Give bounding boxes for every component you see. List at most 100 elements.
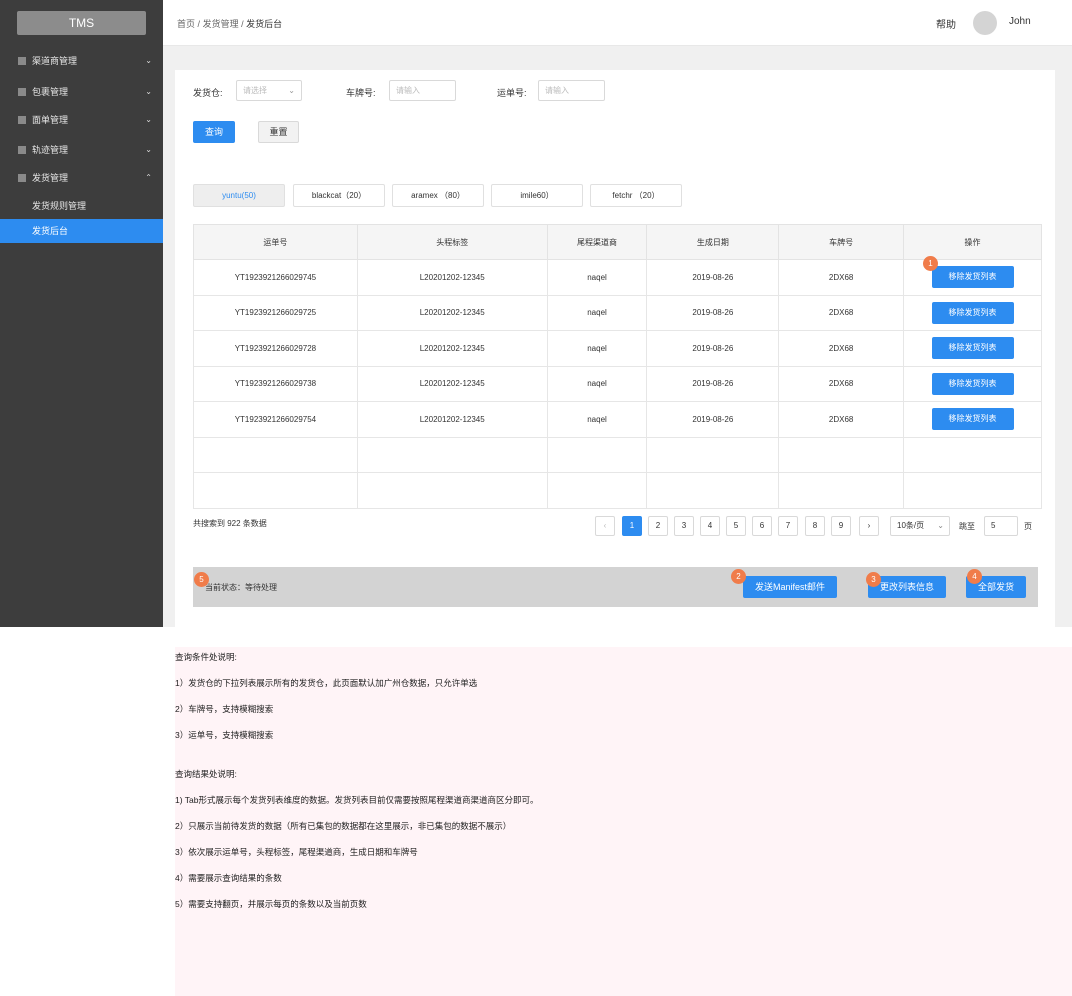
- warehouse-select[interactable]: 请选择 ⌄: [236, 80, 302, 101]
- warehouse-placeholder: 请选择: [243, 86, 267, 95]
- sidebar: TMS 渠道商管理 ⌄ 包裹管理 ⌄ 面单管理 ⌄ 轨迹管理 ⌄ 发货管理 ⌃ …: [0, 0, 163, 627]
- chevron-down-icon: ⌄: [288, 86, 295, 95]
- query-notes-title: 查询条件处说明:: [175, 652, 237, 662]
- breadcrumb-shipping[interactable]: 发货管理: [203, 19, 239, 29]
- reset-button[interactable]: 重置: [258, 121, 299, 143]
- remove-from-list-button[interactable]: 移除发货列表: [931, 408, 1014, 431]
- tab-fetchr[interactable]: fetchr （20）: [590, 184, 682, 207]
- action-cell: 移除发货列表: [903, 294, 1042, 331]
- column-header: 车牌号: [778, 224, 905, 260]
- sidebar-subitem-shipping-rules[interactable]: 发货规则管理: [0, 194, 163, 218]
- breadcrumb: 首页 / 发货管理 / 发货后台: [177, 17, 282, 30]
- annotation-badge-4: 4: [967, 569, 982, 584]
- sidebar-item-tracking[interactable]: 轨迹管理 ⌄: [0, 137, 163, 163]
- menu-square-icon: [18, 88, 26, 96]
- first-leg-label-cell: L20201202-12345: [356, 294, 548, 331]
- waybill-cell: YT1923921266029728: [193, 330, 358, 367]
- page-button-5[interactable]: 5: [726, 516, 746, 536]
- table-row: YT1923921266029728 L20201202-12345 naqel…: [193, 330, 1042, 367]
- table-row-empty: [193, 472, 1042, 509]
- help-link[interactable]: 帮助: [936, 16, 956, 31]
- status-text: 当前状态：等待处理: [205, 583, 277, 592]
- chevron-up-icon: ⌃: [145, 173, 152, 182]
- logo: TMS: [17, 11, 146, 35]
- last-mile-carrier-cell: naqel: [546, 294, 648, 331]
- remove-from-list-button[interactable]: 移除发货列表: [931, 266, 1014, 289]
- sidebar-item-label: 面单管理: [32, 115, 69, 125]
- result-note-item: 3）依次展示运单号，头程标签，尾程渠道商，生成日期和车牌号: [175, 847, 418, 857]
- result-note-item: 4）需要展示查询结果的条数: [175, 873, 282, 883]
- plate-input[interactable]: 请输入: [389, 80, 456, 101]
- page-button-9[interactable]: 9: [831, 516, 851, 536]
- sidebar-item-label-sheet[interactable]: 面单管理 ⌄: [0, 107, 163, 133]
- chevron-down-icon: ⌄: [145, 87, 152, 96]
- table-row-empty: [193, 436, 1042, 473]
- breadcrumb-separator: /: [197, 19, 201, 29]
- annotation-badge-5: 5: [194, 572, 209, 587]
- annotation-badge-2: 2: [731, 569, 746, 584]
- page-button-6[interactable]: 6: [752, 516, 772, 536]
- chevron-down-icon: ⌄: [145, 145, 152, 154]
- page-size-select[interactable]: 10条/页 ⌄: [890, 516, 950, 536]
- remove-from-list-button[interactable]: 移除发货列表: [931, 337, 1014, 360]
- shipment-table: 运单号 头程标签 尾程渠道商 生成日期 车牌号 操作 YT19239212660…: [193, 224, 1042, 509]
- remove-from-list-button[interactable]: 移除发货列表: [931, 372, 1014, 395]
- tab-yuntu[interactable]: yuntu(50): [193, 184, 285, 207]
- sidebar-subitem-shipping-backend[interactable]: 发货后台: [0, 219, 163, 243]
- page-button-3[interactable]: 3: [674, 516, 694, 536]
- chevron-down-icon: ⌄: [145, 115, 152, 124]
- column-header: 操作: [903, 224, 1042, 260]
- remove-from-list-button[interactable]: 移除发货列表: [931, 301, 1014, 324]
- date-cell: 2019-08-26: [646, 401, 780, 438]
- breadcrumb-separator: /: [241, 19, 244, 29]
- main-area: 发货仓: 请选择 ⌄ 车牌号: 请输入 运单号: 请输入 查询 重置 yuntu…: [163, 46, 1072, 627]
- date-cell: 2019-08-26: [646, 294, 780, 331]
- tab-imile[interactable]: imile60）: [491, 184, 583, 207]
- sidebar-item-package[interactable]: 包裹管理 ⌄: [0, 79, 163, 105]
- breadcrumb-home[interactable]: 首页: [177, 19, 195, 29]
- column-header: 尾程渠道商: [546, 224, 648, 260]
- sidebar-item-label: 发货管理: [32, 173, 69, 183]
- next-page-button[interactable]: ›: [859, 516, 879, 536]
- avatar[interactable]: [973, 11, 997, 35]
- waybill-label: 运单号:: [497, 88, 527, 98]
- query-note-item: 1）发货仓的下拉列表展示所有的发货仓，此页面默认加广州仓数据，只允许单选: [175, 678, 478, 688]
- jump-label: 跳至: [959, 522, 975, 531]
- page-button-2[interactable]: 2: [648, 516, 668, 536]
- page-button-4[interactable]: 4: [700, 516, 720, 536]
- date-cell: 2019-08-26: [646, 330, 780, 367]
- user-name[interactable]: John: [1009, 16, 1031, 27]
- sidebar-item-shipping[interactable]: 发货管理 ⌃: [0, 165, 163, 191]
- waybill-cell: YT1923921266029725: [193, 294, 358, 331]
- page-size-value: 10条/页: [897, 521, 925, 530]
- column-header: 头程标签: [356, 224, 548, 260]
- table-row: YT1923921266029745 L20201202-12345 naqel…: [193, 259, 1042, 296]
- sidebar-item-label: 包裹管理: [32, 87, 69, 97]
- sidebar-item-channel[interactable]: 渠道商管理 ⌄: [0, 48, 163, 74]
- column-header: 生成日期: [646, 224, 780, 260]
- plate-cell: 2DX68: [778, 401, 905, 438]
- column-header: 运单号: [193, 224, 358, 260]
- result-notes-title: 查询结果处说明:: [175, 769, 237, 779]
- page-button-8[interactable]: 8: [805, 516, 825, 536]
- last-mile-carrier-cell: naqel: [546, 259, 648, 296]
- content-card: 发货仓: 请选择 ⌄ 车牌号: 请输入 运单号: 请输入 查询 重置 yuntu…: [175, 70, 1055, 627]
- first-leg-label-cell: L20201202-12345: [356, 330, 548, 367]
- menu-square-icon: [18, 116, 26, 124]
- annotation-badge-1: 1: [923, 256, 938, 271]
- page-button-1[interactable]: 1: [622, 516, 642, 536]
- waybill-input[interactable]: 请输入: [538, 80, 605, 101]
- tab-aramex[interactable]: aramex （80）: [392, 184, 484, 207]
- send-manifest-button[interactable]: 发送Manifest邮件: [743, 576, 837, 598]
- plate-cell: 2DX68: [778, 330, 905, 367]
- tab-blackcat[interactable]: blackcat（20）: [293, 184, 385, 207]
- jump-page-input[interactable]: 5: [984, 516, 1018, 536]
- chevron-down-icon: ⌄: [145, 56, 152, 65]
- result-note-item: 5）需要支持翻页，并展示每页的条数以及当前页数: [175, 899, 367, 909]
- prev-page-button[interactable]: ‹: [595, 516, 615, 536]
- page-button-7[interactable]: 7: [778, 516, 798, 536]
- result-note-item: 2）只展示当前待发货的数据（所有已集包的数据都在这里展示，非已集包的数据不展示）: [175, 821, 512, 831]
- query-button[interactable]: 查询: [193, 121, 235, 143]
- first-leg-label-cell: L20201202-12345: [356, 259, 548, 296]
- query-note-item: 2）车牌号，支持模糊搜索: [175, 704, 274, 714]
